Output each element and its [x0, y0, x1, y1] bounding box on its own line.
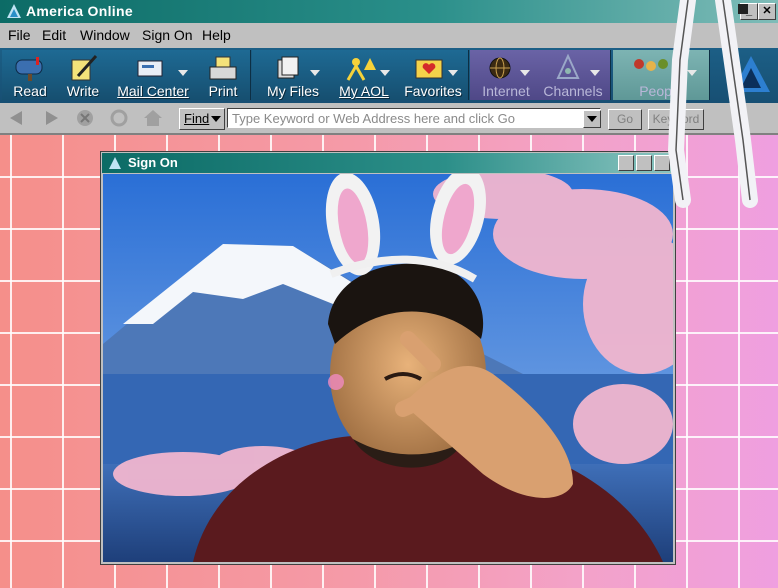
forward-arrow-icon[interactable] [40, 108, 62, 128]
sign-on-title: Sign On [128, 155, 178, 170]
channels-icon [556, 54, 580, 79]
my-aol-label: My AOL [339, 83, 389, 99]
window-title: America Online [26, 3, 133, 19]
printer-icon [209, 56, 237, 80]
sign-on-minimize-button[interactable] [618, 155, 634, 171]
my-aol-icon [346, 58, 376, 81]
read-button[interactable]: Read [6, 52, 54, 100]
stop-icon[interactable] [74, 108, 96, 128]
reload-icon[interactable] [108, 108, 130, 128]
channels-label: Channels [543, 83, 603, 99]
mail-center-dropdown-icon[interactable] [178, 70, 188, 76]
menu-window[interactable]: Window [80, 27, 130, 43]
sign-on-window: Sign On [100, 151, 676, 565]
mail-center-label: Mail Center [117, 83, 189, 99]
read-label: Read [13, 83, 47, 99]
aol-triangle-icon [109, 157, 121, 169]
favorites-button[interactable]: Favorites [400, 52, 466, 100]
channels-dropdown-icon[interactable] [590, 70, 600, 76]
sign-on-title-bar[interactable]: Sign On [102, 153, 674, 173]
my-files-button[interactable]: My Files [258, 52, 328, 100]
mail-center-icon [137, 60, 163, 77]
menu-edit[interactable]: Edit [42, 27, 66, 43]
print-button[interactable]: Print [200, 52, 246, 100]
address-history-dropdown[interactable] [583, 110, 601, 128]
menu-help[interactable]: Help [202, 27, 231, 43]
toolbar-group-internet: Internet Channels [470, 50, 611, 100]
pencil-paper-icon [71, 54, 98, 81]
internet-button[interactable]: Internet [474, 52, 538, 100]
internet-dropdown-icon[interactable] [520, 70, 530, 76]
write-label: Write [66, 83, 100, 99]
address-history-arrow-icon [587, 116, 597, 122]
mail-center-button[interactable]: Mail Center [112, 52, 194, 100]
write-button[interactable]: Write [58, 52, 108, 100]
my-files-label: My Files [266, 83, 320, 99]
mannequin-legs-image [667, 0, 758, 208]
print-label: Print [208, 83, 238, 99]
webcam-photo [103, 174, 673, 562]
find-dropdown-icon [211, 116, 221, 122]
aol-triangle-icon [7, 4, 21, 18]
internet-label: Internet [482, 83, 530, 99]
favorites-label: Favorites [404, 83, 462, 99]
menu-sign-on[interactable]: Sign On [142, 27, 193, 43]
heart-folder-icon [415, 59, 443, 79]
channels-button[interactable]: Channels [540, 52, 606, 100]
my-files-dropdown-icon[interactable] [310, 70, 320, 76]
find-button[interactable]: Find [179, 108, 225, 130]
toolbar-group-mail: Read Write Mail Center Print [2, 50, 251, 100]
toolbar-group-personal: My Files My AOL Favorites [252, 50, 469, 100]
sign-on-maximize-button[interactable] [636, 155, 652, 171]
favorites-dropdown-icon[interactable] [448, 70, 458, 76]
my-aol-button[interactable]: My AOL [332, 52, 396, 100]
go-button[interactable]: Go [608, 109, 642, 130]
globe-icon [489, 57, 511, 79]
back-arrow-icon[interactable] [6, 108, 28, 128]
mailbox-icon [15, 57, 43, 81]
home-icon[interactable] [142, 108, 164, 128]
files-icon [277, 56, 299, 79]
keyword-address-input[interactable] [227, 108, 601, 128]
menu-file[interactable]: File [8, 27, 31, 43]
my-aol-dropdown-icon[interactable] [380, 70, 390, 76]
find-label: Find [184, 111, 210, 126]
